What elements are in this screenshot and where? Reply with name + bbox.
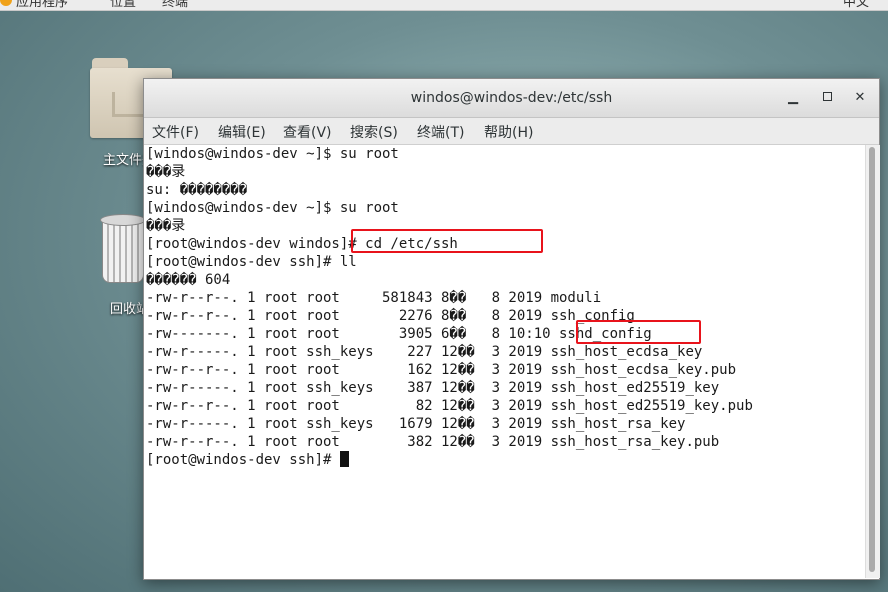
applications-menu[interactable]: 应用程序 (16, 0, 68, 10)
terminal-line: -rw-r-----. 1 root ssh_keys 227 12�� 3 2… (146, 344, 703, 360)
maximize-button[interactable] (816, 87, 838, 109)
apps-icon[interactable] (0, 0, 12, 6)
terminal-line: ���录 (146, 218, 186, 234)
terminal-line: -rw-r-----. 1 root ssh_keys 387 12�� 3 2… (146, 380, 720, 396)
terminal-line: -rw-r--r--. 1 root root 382 12�� 3 2019 … (146, 434, 720, 450)
input-method-indicator[interactable]: 中文 (843, 0, 869, 10)
terminal-window: windos@windos-dev:/etc/ssh ▁ ✕ 文件(F) 编辑(… (143, 78, 880, 580)
terminal-cursor (339, 451, 349, 467)
window-title: windos@windos-dev:/etc/ssh (410, 90, 613, 106)
scrollbar[interactable] (865, 145, 880, 578)
highlight-cd-command (351, 229, 543, 253)
highlight-sshd-config (576, 320, 701, 344)
menu-file[interactable]: 文件(F) (152, 122, 199, 142)
trash-icon[interactable] (100, 214, 146, 284)
scrollbar-thumb[interactable] (869, 147, 875, 572)
menu-bar: 文件(F) 编辑(E) 查看(V) 搜索(S) 终端(T) 帮助(H) (144, 118, 879, 145)
terminal-prompt-line: [root@windos-dev ssh]# (146, 451, 349, 469)
terminal-app-menu[interactable]: 终端 (162, 0, 188, 10)
terminal-line: [windos@windos-dev ~]$ su root (146, 146, 399, 162)
terminal-line: ������ 604 (146, 272, 231, 288)
places-menu[interactable]: 位置 (110, 0, 136, 10)
terminal-line: -rw-r--r--. 1 root root 2276 8�� 8 2019 … (146, 308, 635, 324)
terminal-line: -rw-r-----. 1 root ssh_keys 1679 12�� 3 … (146, 416, 686, 432)
title-bar[interactable]: windos@windos-dev:/etc/ssh ▁ ✕ (144, 79, 879, 118)
terminal-line: -rw-r--r--. 1 root root 162 12�� 3 2019 … (146, 362, 737, 378)
menu-help[interactable]: 帮助(H) (484, 122, 533, 142)
terminal-line: [windos@windos-dev ~]$ su root (146, 200, 399, 216)
top-panel: 应用程序 位置 终端 中文 (0, 0, 888, 11)
terminal-prompt: [root@windos-dev ssh]# (146, 452, 340, 468)
terminal-line: ���录 (146, 164, 186, 180)
terminal-line: su: �������� (146, 182, 248, 198)
terminal-line: -rw-r--r--. 1 root root 581843 8�� 8 201… (146, 290, 602, 306)
menu-view[interactable]: 查看(V) (283, 122, 332, 142)
close-button[interactable]: ✕ (849, 87, 871, 109)
menu-terminal[interactable]: 终端(T) (417, 122, 464, 142)
menu-edit[interactable]: 编辑(E) (218, 122, 266, 142)
minimize-button[interactable]: ▁ (782, 87, 804, 109)
terminal-output[interactable]: [windos@windos-dev ~]$ su root ���录 su: … (144, 145, 865, 578)
menu-search[interactable]: 搜索(S) (350, 122, 398, 142)
terminal-line: -rw-r--r--. 1 root root 82 12�� 3 2019 s… (146, 398, 753, 414)
terminal-line: [root@windos-dev ssh]# ll (146, 254, 357, 270)
maximize-icon (822, 92, 832, 101)
